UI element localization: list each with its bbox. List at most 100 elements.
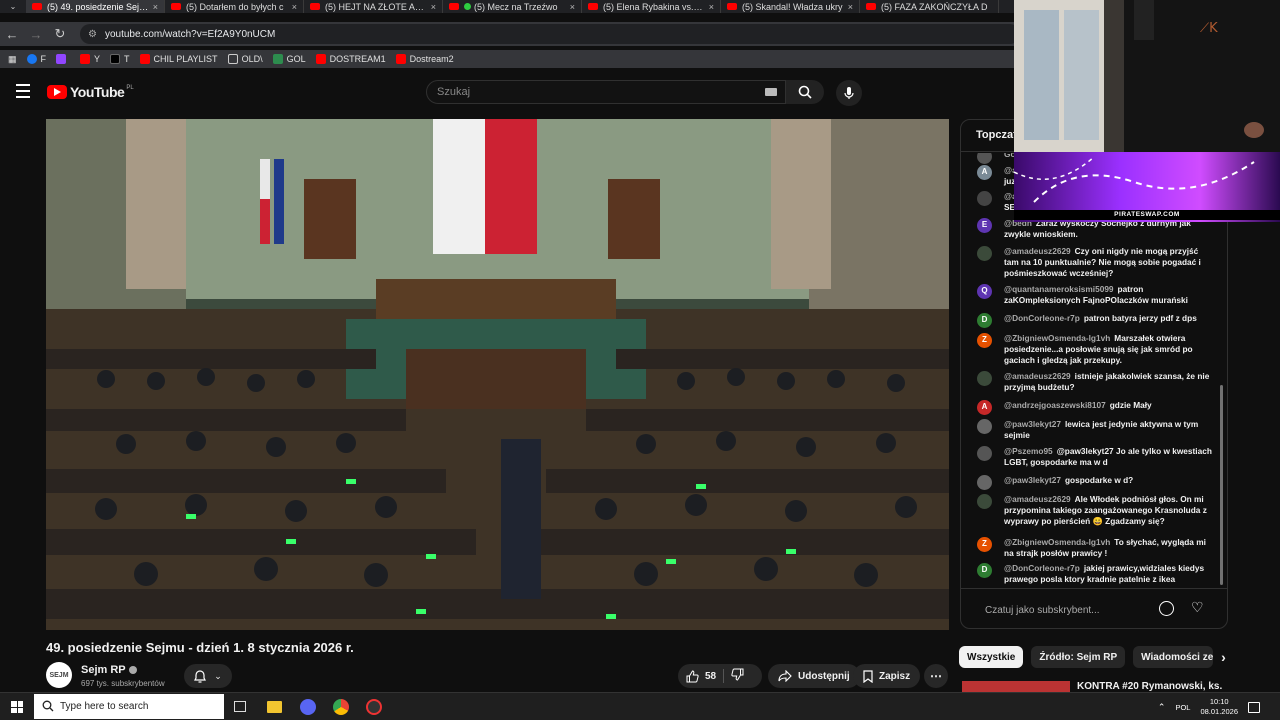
browser-tab[interactable]: (5) HEJT NA ZŁOTE ANTO ×: [304, 0, 443, 13]
microphone-icon: [844, 87, 854, 99]
browser-tab[interactable]: (5) Dotarłem do byłych c ×: [165, 0, 304, 13]
user-avatar: D: [977, 313, 992, 328]
menu-icon[interactable]: [16, 84, 30, 98]
user-avatar: [977, 419, 992, 434]
more-icon: ⋯: [930, 669, 942, 683]
voice-search-button[interactable]: [836, 80, 862, 106]
taskbar-search-input[interactable]: Type here to search: [34, 694, 224, 719]
back-button[interactable]: ←: [0, 27, 24, 42]
bookmark-item[interactable]: Y: [80, 54, 100, 64]
video-player[interactable]: [46, 119, 949, 630]
browser-tab[interactable]: (5) 49. posiedzenie Sejmu ×: [26, 0, 165, 13]
apps-grid-icon[interactable]: ▦: [8, 54, 17, 65]
user-avatar: Z: [977, 333, 992, 348]
reload-button[interactable]: ↻: [48, 26, 72, 42]
discord-icon[interactable]: [300, 699, 316, 715]
chat-message: @paw3lekyt27 lewica jest jedynie aktywna …: [977, 419, 1213, 441]
video-title: 49. posiedzenie Sejmu - dzień 1. 8 stycz…: [46, 640, 354, 655]
keyboard-icon[interactable]: [765, 88, 777, 96]
browser-tab[interactable]: (5) Skandal! Władza ukry ×: [721, 0, 860, 13]
chip-all[interactable]: Wszystkie: [959, 646, 1024, 668]
chrome-icon[interactable]: [333, 699, 349, 715]
app-icon[interactable]: [366, 699, 382, 715]
clock[interactable]: 10:10 08.01.2026: [1200, 697, 1238, 717]
user-avatar: Z: [977, 537, 992, 552]
chip-news[interactable]: Wiadomości ze ś: [1133, 646, 1214, 668]
user-avatar: A: [977, 165, 992, 180]
youtube-logo[interactable]: YouTube PL: [47, 84, 134, 100]
bookmark-item[interactable]: [56, 54, 70, 64]
forward-button[interactable]: →: [24, 27, 48, 42]
chat-message: Z @ZbigniewOsmenda-lg1vh To słychać, wyglą…: [977, 537, 1213, 559]
promo-banner: PIRATESWAP.COM: [1013, 152, 1280, 222]
taskbar: Type here to search ⌃ POL 10:10 08.01.20…: [0, 692, 1280, 720]
task-view-icon[interactable]: [234, 701, 246, 712]
chevron-up-icon[interactable]: ⌃: [1158, 702, 1166, 713]
save-button[interactable]: Zapisz: [853, 664, 921, 688]
bookmark-item[interactable]: CHIL PLAYLIST: [139, 54, 218, 64]
bookmark-folder[interactable]: OLD\: [227, 54, 263, 64]
user-avatar: D: [977, 563, 992, 578]
bookmark-icon: [863, 669, 873, 683]
close-tab-icon[interactable]: ×: [431, 2, 436, 12]
chat-input[interactable]: Czatuj jako subskrybent... ♡: [961, 588, 1227, 628]
close-tab-icon[interactable]: ×: [848, 2, 853, 12]
user-avatar: [977, 475, 992, 490]
user-avatar: Q: [977, 284, 992, 299]
live-dot-icon: [464, 3, 471, 10]
browser-tab[interactable]: (5) Elena Rybakina vs. Pau ×: [582, 0, 721, 13]
thumbs-down-icon: [731, 668, 744, 681]
bookmark-item[interactable]: GOL: [272, 54, 306, 64]
youtube-icon: [395, 54, 406, 64]
emoji-icon[interactable]: [1159, 601, 1174, 616]
banner-art-image: [1013, 156, 1255, 203]
more-actions-button[interactable]: ⋯: [924, 664, 948, 688]
channel-avatar[interactable]: SEJM: [46, 662, 72, 688]
webcam-image: ⟋K: [1014, 0, 1280, 152]
dislike-button[interactable]: [731, 668, 744, 684]
windows-start-icon[interactable]: [11, 701, 23, 713]
close-tab-icon[interactable]: ×: [292, 2, 297, 12]
file-explorer-icon[interactable]: [267, 701, 282, 713]
tab-search-icon[interactable]: ⌄: [0, 0, 26, 13]
verified-icon: [128, 666, 137, 675]
address-bar[interactable]: ⚙ youtube.com/watch?v=Ef2A9Y0nUCM: [80, 24, 1020, 44]
youtube-play-icon: [47, 85, 67, 99]
gol-icon: [272, 54, 283, 64]
folder-icon: [227, 54, 238, 64]
chevron-right-icon[interactable]: ›: [1221, 646, 1226, 668]
chat-message: A @andrzejgoaszewski8107 gdzie Mały: [977, 400, 1213, 415]
browser-tab[interactable]: (5) Mecz na Trzeźwo ×: [443, 0, 582, 13]
close-tab-icon[interactable]: ×: [709, 2, 714, 12]
user-avatar: A: [977, 400, 992, 415]
parliament-hall-image: [46, 119, 949, 630]
subscribed-notifications-button[interactable]: ⌄: [184, 664, 232, 688]
language-indicator[interactable]: POL: [1175, 703, 1190, 712]
search-button[interactable]: [786, 80, 824, 104]
facebook-icon: [26, 54, 37, 64]
channel-name[interactable]: Sejm RP: [81, 664, 137, 676]
bookmark-item[interactable]: F: [26, 54, 46, 64]
search-input[interactable]: Szukaj: [426, 80, 786, 104]
site-info-icon[interactable]: ⚙: [88, 29, 97, 40]
chat-message: D @DonCorleone-r7p jakiej prawicy,widziale…: [977, 563, 1213, 585]
youtube-icon: [315, 54, 326, 64]
chat-message: @amadeusz2629 istnieje jakakolwiek szansa…: [977, 371, 1213, 393]
heart-icon[interactable]: ♡: [1191, 599, 1204, 616]
chat-message: @paw3lekyt27 gospodarke w d?: [977, 475, 1213, 490]
notification-icon[interactable]: [1248, 701, 1260, 713]
bookmark-item[interactable]: DOSTREAM1: [315, 54, 386, 64]
like-button[interactable]: 58: [686, 669, 716, 683]
user-avatar: [977, 446, 992, 461]
chat-scrollbar[interactable]: [1220, 385, 1223, 585]
browser-tab[interactable]: (5) FAZA ZAKOŃCZYŁA D: [860, 0, 999, 13]
chat-message: @amadeusz2629 Czy oni nigdy nie mogą przy…: [977, 246, 1213, 278]
bookmark-item[interactable]: Dostream2: [395, 54, 454, 64]
share-button[interactable]: Udostępnij: [768, 664, 860, 688]
close-tab-icon[interactable]: ×: [570, 2, 575, 12]
chip-source[interactable]: Źródło: Sejm RP: [1031, 646, 1126, 668]
recommended-title[interactable]: KONTRA #20 Rymanowski, ks.: [1077, 681, 1222, 692]
close-tab-icon[interactable]: ×: [153, 2, 158, 12]
bookmark-item[interactable]: T: [110, 54, 130, 64]
recommended-thumbnail[interactable]: [962, 681, 1070, 692]
